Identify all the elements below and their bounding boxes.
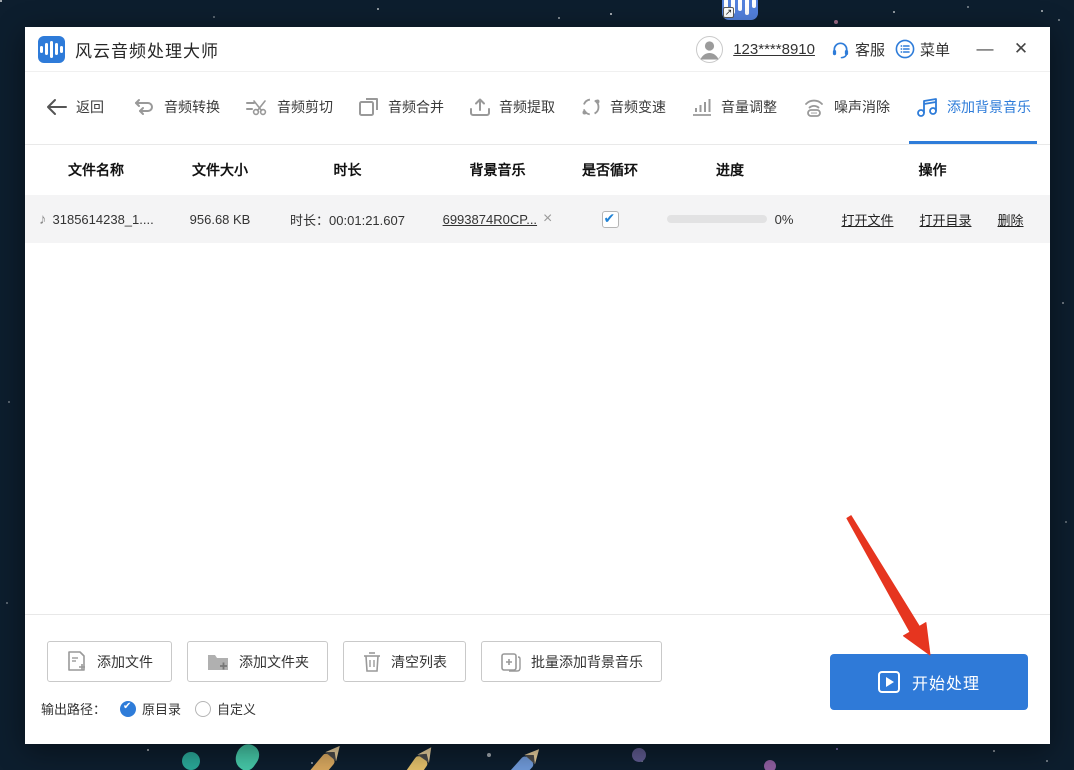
customer-service-button[interactable]: 客服	[831, 39, 885, 60]
radio-original-label: 原目录	[142, 699, 181, 718]
add-folder-label: 添加文件夹	[239, 652, 309, 672]
batch-add-bgm-label: 批量添加背景音乐	[531, 652, 643, 672]
merge-icon	[358, 97, 380, 117]
file-list-empty-area	[25, 243, 1050, 614]
menu-icon	[895, 39, 915, 59]
toolbar: 返回 音频转换 音频剪切 音频合并	[25, 72, 1050, 145]
add-folder-button[interactable]: 添加文件夹	[187, 641, 328, 682]
add-file-button[interactable]: 添加文件	[47, 641, 172, 682]
back-arrow-icon	[46, 98, 68, 116]
tab-label: 音量调整	[721, 97, 777, 117]
bgm-file-link[interactable]: 6993874R0CP...	[443, 212, 537, 227]
wallpaper-decoration	[231, 740, 264, 770]
menu-label: 菜单	[920, 39, 950, 60]
tab-audio-extract[interactable]: 音频提取	[463, 72, 561, 144]
shortcut-arrow-badge: ↗	[723, 7, 734, 18]
wallpaper-decoration	[182, 752, 200, 770]
speed-icon	[580, 97, 602, 117]
audio-file-icon: ♪	[39, 211, 47, 228]
customer-service-label: 客服	[855, 39, 885, 60]
headset-icon	[831, 40, 850, 59]
table-header: 文件名称 文件大小 时长 背景音乐 是否循环 进度 操作	[25, 145, 1050, 195]
minimize-button[interactable]: —	[972, 39, 998, 59]
batch-add-bgm-button[interactable]: 批量添加背景音乐	[481, 641, 662, 682]
extract-icon	[469, 97, 491, 117]
tab-audio-cut[interactable]: 音频剪切	[239, 72, 339, 144]
title-bar: 风云音频处理大师 123****8910 客服	[25, 27, 1050, 72]
tab-add-background-music[interactable]: 添加背景音乐	[909, 72, 1037, 144]
tab-label: 音频变速	[610, 97, 666, 117]
wallpaper-pencil	[375, 755, 429, 770]
tab-label: 音频提取	[499, 97, 555, 117]
wallpaper-pencil	[475, 755, 535, 770]
convert-icon	[132, 97, 156, 117]
col-header-filename: 文件名称	[25, 160, 165, 180]
tab-label: 音频剪切	[277, 97, 333, 117]
col-header-actions: 操作	[815, 160, 1050, 180]
radio-unchecked-icon	[195, 701, 211, 717]
menu-button[interactable]: 菜单	[895, 39, 950, 60]
clear-list-label: 清空列表	[391, 652, 447, 672]
footer: 添加文件 添加文件夹 清空列表	[25, 614, 1050, 744]
tab-label: 音频转换	[164, 97, 220, 117]
close-button[interactable]: ✕	[1008, 39, 1034, 59]
app-window: 风云音频处理大师 123****8910 客服	[25, 27, 1050, 744]
tab-label: 音频合并	[388, 97, 444, 117]
bgm-remove-icon[interactable]: ×	[543, 211, 552, 227]
app-title: 风云音频处理大师	[75, 37, 219, 62]
clear-list-button[interactable]: 清空列表	[343, 641, 466, 682]
radio-checked-icon	[120, 701, 136, 717]
noise-icon	[802, 97, 826, 117]
tab-audio-speed[interactable]: 音频变速	[574, 72, 672, 144]
account-number[interactable]: 123****8910	[733, 41, 815, 58]
progress-percent: 0%	[775, 212, 794, 227]
add-file-icon	[66, 650, 88, 674]
start-processing-button[interactable]: 开始处理	[830, 654, 1028, 710]
delete-link[interactable]: 删除	[998, 210, 1024, 229]
progress-bar	[667, 215, 767, 223]
music-icon	[915, 96, 939, 118]
desktop-shortcut-icon[interactable]: ↗	[722, 0, 758, 20]
back-button[interactable]: 返回	[40, 72, 110, 144]
col-header-filesize: 文件大小	[165, 160, 275, 180]
cut-icon	[245, 97, 269, 117]
open-file-link[interactable]: 打开文件	[841, 210, 893, 229]
file-duration: 时长：00:01:21.607	[275, 210, 420, 229]
wallpaper-decoration	[764, 760, 776, 770]
tab-noise-removal[interactable]: 噪声消除	[796, 72, 896, 144]
col-header-loop: 是否循环	[575, 160, 645, 180]
col-header-progress: 进度	[645, 160, 815, 180]
play-icon	[878, 671, 900, 693]
file-name: 3185614238_1....	[53, 212, 154, 227]
file-size: 956.68 KB	[165, 212, 275, 227]
volume-icon	[691, 97, 713, 117]
tab-audio-convert[interactable]: 音频转换	[126, 72, 226, 144]
starfield-decoration	[0, 0, 2, 2]
tab-volume-adjust[interactable]: 音量调整	[685, 72, 783, 144]
add-folder-icon	[206, 651, 230, 673]
radio-original-directory[interactable]: 原目录	[120, 699, 181, 718]
table-row: ♪ 3185614238_1.... 956.68 KB 时长：00:01:21…	[25, 195, 1050, 243]
trash-icon	[362, 651, 382, 673]
wallpaper-decoration	[632, 748, 646, 762]
tab-label: 噪声消除	[834, 97, 890, 117]
col-header-duration: 时长	[275, 160, 420, 180]
app-logo-icon	[38, 36, 65, 63]
add-square-icon	[500, 651, 522, 673]
avatar-icon[interactable]	[696, 36, 723, 63]
radio-custom-directory[interactable]: 自定义	[195, 699, 256, 718]
col-header-bgm: 背景音乐	[420, 160, 575, 180]
loop-checkbox[interactable]	[602, 211, 619, 228]
tab-audio-merge[interactable]: 音频合并	[352, 72, 450, 144]
back-label: 返回	[76, 97, 104, 117]
open-directory-link[interactable]: 打开目录	[919, 210, 971, 229]
start-processing-label: 开始处理	[912, 670, 980, 694]
radio-custom-label: 自定义	[217, 699, 256, 718]
tab-label: 添加背景音乐	[947, 97, 1031, 117]
wallpaper-pencil	[278, 752, 336, 770]
add-file-label: 添加文件	[97, 652, 153, 672]
output-path-label: 输出路径：	[41, 699, 106, 718]
